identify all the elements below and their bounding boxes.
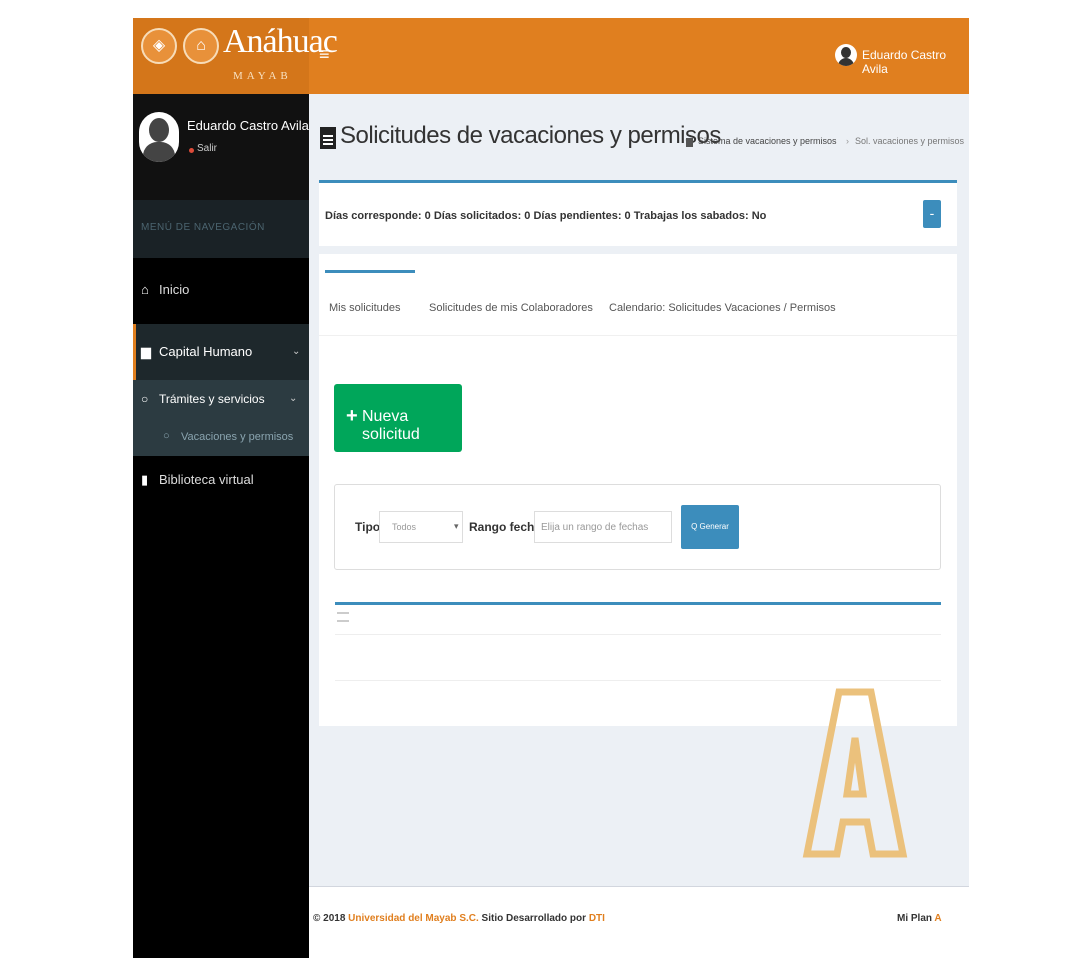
filter-panel: Tipo Todos ▾ Rango fechas Q Generar <box>334 484 941 570</box>
footer-copyright: © 2018 Universidad del Mayab S.C. Sitio … <box>313 913 605 924</box>
book-icon: ▮ <box>141 472 149 487</box>
plus-icon: + <box>346 405 358 427</box>
nav-header-label: MENÚ DE NAVEGACIÓN <box>141 222 265 233</box>
sidebar-item-tramites[interactable]: ○ Trámites y servicios ⌄ <box>133 380 309 420</box>
active-tab-indicator <box>325 270 415 273</box>
avatar <box>139 112 179 162</box>
top-header: ◈ ⌂ Anáhuac MAYAB ≡ Eduardo Castro Avila <box>133 18 969 94</box>
results-placeholder <box>337 612 349 614</box>
sidebar-item-biblioteca[interactable]: ▮ Biblioteca virtual <box>133 456 309 516</box>
status-dot-icon <box>189 148 194 153</box>
type-select[interactable]: Todos ▾ <box>379 511 463 543</box>
tab-colaboradores[interactable]: Solicitudes de mis Colaboradores <box>429 302 593 314</box>
sidebar-item-label: Inicio <box>159 282 190 297</box>
chevron-down-icon: ▾ <box>454 521 459 531</box>
page-title: Solicitudes de vacaciones y permisos <box>340 122 721 149</box>
seal-emblem-icon: ◈ <box>141 28 177 64</box>
collapse-button[interactable]: - <box>923 200 941 228</box>
sidebar-item-inicio[interactable]: ⌂ Inicio <box>133 258 309 324</box>
tab-panel: Mis solicitudes Solicitudes de mis Colab… <box>319 254 957 726</box>
circle-icon: ○ <box>163 430 170 442</box>
results-placeholder <box>337 620 349 622</box>
menu-toggle-icon[interactable]: ≡ <box>319 44 330 64</box>
sidebar-item-label: Capital Humano <box>159 344 253 359</box>
circle-icon: ○ <box>141 392 149 406</box>
breadcrumb-home-link[interactable]: Sistema de vacaciones y permisos <box>698 136 837 146</box>
breadcrumb-home-icon <box>686 138 693 147</box>
breadcrumb-separator: › <box>846 136 849 146</box>
type-label: Tipo <box>355 520 381 534</box>
tab-mis-solicitudes[interactable]: Mis solicitudes <box>329 302 401 314</box>
chevron-down-icon: ⌄ <box>289 393 298 404</box>
home-icon: ⌂ <box>141 282 149 297</box>
sidebar-item-vacaciones[interactable]: ○ Vacaciones y permisos <box>133 420 309 456</box>
copyright-text: © 2018 <box>313 913 349 924</box>
dev-link[interactable]: DTI <box>589 913 605 924</box>
header-user-name[interactable]: Eduardo Castro Avila <box>862 48 969 76</box>
results-divider <box>335 680 941 681</box>
tab-calendario[interactable]: Calendario: Solicitudes Vacaciones / Per… <box>609 302 836 314</box>
generate-button[interactable]: Q Generar <box>681 505 739 549</box>
logo[interactable]: ◈ ⌂ Anáhuac MAYAB <box>133 18 338 94</box>
logout-link[interactable]: Salir <box>197 143 217 154</box>
user-panel: Eduardo Castro Avila Salir <box>133 94 309 200</box>
document-icon <box>320 127 336 149</box>
sidebar-item-label: Trámites y servicios <box>159 392 265 406</box>
results-header-line <box>335 602 941 605</box>
new-request-button[interactable]: + Nueva solicitud <box>334 384 462 452</box>
briefcase-icon: ▆ <box>141 344 151 359</box>
days-summary: Días corresponde: 0 Días solicitados: 0 … <box>325 210 767 222</box>
plan-text: Mi Plan <box>897 913 935 924</box>
plan-accent: A <box>934 913 942 924</box>
new-request-label: Nueva solicitud <box>362 408 420 443</box>
chevron-down-icon: ⌄ <box>292 346 301 357</box>
nav-header: MENÚ DE NAVEGACIÓN <box>133 200 309 258</box>
developed-text: Sitio Desarrollado por <box>478 913 589 924</box>
sidebar-item-label: Biblioteca virtual <box>159 472 254 487</box>
app-window: ◈ ⌂ Anáhuac MAYAB ≡ Eduardo Castro Avila… <box>133 18 969 958</box>
date-range-input[interactable] <box>534 511 672 543</box>
footer-plan: Mi Plan A <box>897 913 942 924</box>
brand-subtitle: MAYAB <box>233 70 292 82</box>
sidebar-item-label: Vacaciones y permisos <box>181 431 294 443</box>
footer: © 2018 Universidad del Mayab S.C. Sitio … <box>309 886 969 958</box>
summary-box: Días corresponde: 0 Días solicitados: 0 … <box>319 180 957 246</box>
watermark-logo-icon <box>802 688 908 858</box>
org-link[interactable]: Universidad del Mayab S.C. <box>348 913 479 924</box>
type-select-value: Todos <box>392 522 417 532</box>
tab-strip: Mis solicitudes Solicitudes de mis Colab… <box>319 254 957 336</box>
results-divider <box>335 634 941 635</box>
user-avatar-icon[interactable] <box>835 44 857 66</box>
sidebar: Eduardo Castro Avila Salir MENÚ DE NAVEG… <box>133 94 309 958</box>
sidebar-user-name: Eduardo Castro Avila <box>187 118 309 133</box>
crest-emblem-icon: ⌂ <box>183 28 219 64</box>
breadcrumb-current: Sol. vacaciones y permisos <box>855 136 965 146</box>
sidebar-item-capital-humano[interactable]: ▆ Capital Humano ⌄ <box>133 324 309 380</box>
